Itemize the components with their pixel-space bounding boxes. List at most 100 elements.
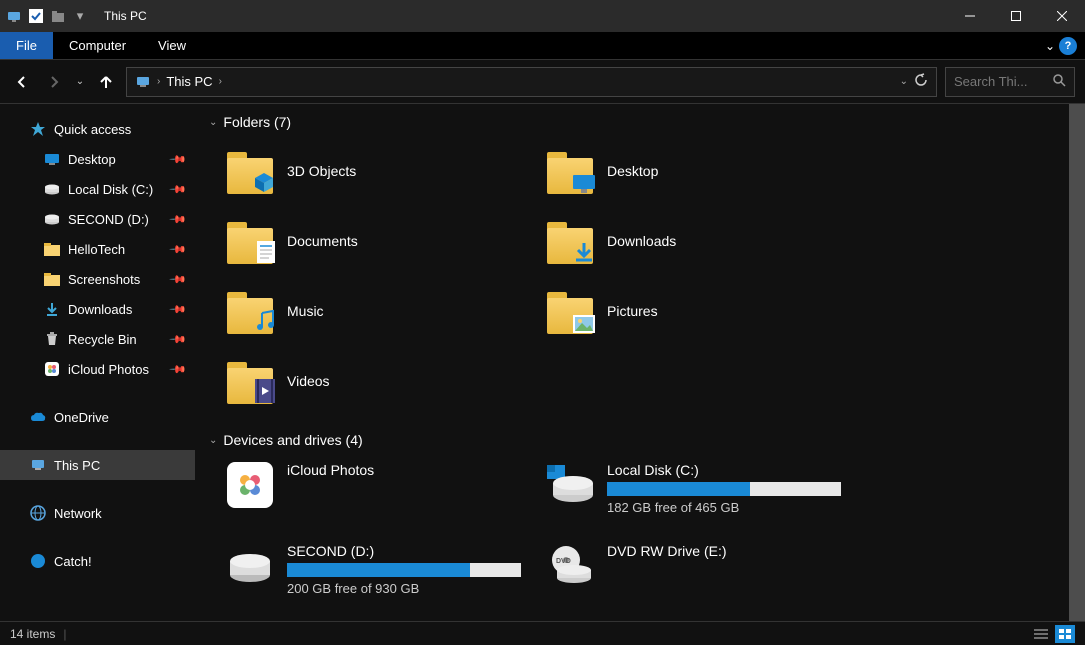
pin-icon: 📌 — [169, 360, 188, 379]
up-button[interactable] — [94, 70, 118, 94]
chevron-down-icon: ⌄ — [209, 117, 217, 128]
sidebar-item[interactable]: Desktop 📌 — [0, 144, 195, 174]
sidebar-this-pc[interactable]: This PC — [0, 450, 195, 480]
drive-icon — [44, 181, 60, 197]
folder-icon — [227, 218, 273, 264]
pin-icon: 📌 — [169, 150, 188, 169]
drive-subtext: 200 GB free of 930 GB — [287, 581, 521, 596]
sidebar: Quick access Desktop 📌 Local Disk (C:) 📌… — [0, 104, 195, 621]
sidebar-item[interactable]: Screenshots 📌 — [0, 264, 195, 294]
navbar: ⌄ › This PC › ⌄ Search Thi... — [0, 60, 1085, 104]
sidebar-item-label: Desktop — [68, 152, 116, 167]
drive-item[interactable]: iCloud Photos — [223, 458, 543, 519]
minimize-button[interactable] — [947, 0, 993, 32]
qat-properties-icon[interactable] — [28, 8, 44, 24]
desktop-icon — [44, 151, 60, 167]
svg-text:DVD: DVD — [556, 558, 571, 565]
item-label: Desktop — [607, 163, 658, 179]
sidebar-onedrive[interactable]: OneDrive — [0, 402, 195, 432]
ribbon-tab-computer[interactable]: Computer — [53, 32, 142, 59]
folder-item[interactable]: Pictures — [543, 280, 863, 342]
item-label: Pictures — [607, 303, 658, 319]
refresh-icon[interactable] — [914, 73, 928, 90]
back-button[interactable] — [10, 70, 34, 94]
drive-icon — [547, 462, 593, 508]
app-icon — [6, 8, 22, 24]
folder-icon — [44, 271, 60, 287]
folder-item[interactable]: Downloads — [543, 210, 863, 272]
sidebar-label: Catch! — [54, 554, 92, 569]
drive-icon: DVD — [547, 543, 593, 589]
view-tiles-button[interactable] — [1055, 625, 1075, 643]
sidebar-item[interactable]: iCloud Photos 📌 — [0, 354, 195, 384]
folder-item[interactable]: Documents — [223, 210, 543, 272]
group-header-drives[interactable]: ⌄ Devices and drives (4) — [209, 432, 1071, 448]
sidebar-item[interactable]: SECOND (D:) 📌 — [0, 204, 195, 234]
address-dropdown-icon[interactable]: ⌄ — [900, 76, 908, 87]
sidebar-item-label: Downloads — [68, 302, 132, 317]
pin-icon: 📌 — [169, 240, 188, 259]
chevron-right-icon[interactable]: › — [219, 76, 222, 87]
folder-item[interactable]: Music — [223, 280, 543, 342]
item-label: Videos — [287, 373, 330, 389]
address-pc-icon — [135, 74, 151, 90]
storage-bar — [287, 563, 521, 577]
recycle-icon — [44, 331, 60, 347]
folder-item[interactable]: Videos — [223, 350, 543, 412]
sidebar-catch[interactable]: Catch! — [0, 546, 195, 576]
window-title: This PC — [104, 9, 147, 23]
scrollbar[interactable] — [1069, 104, 1085, 621]
folder-icon — [227, 358, 273, 404]
sidebar-item-label: HelloTech — [68, 242, 125, 257]
folder-item[interactable]: Desktop — [543, 140, 863, 202]
search-input[interactable]: Search Thi... — [945, 67, 1075, 97]
drive-item[interactable]: DVD DVD RW Drive (E:) — [543, 539, 863, 600]
search-placeholder: Search Thi... — [954, 74, 1027, 89]
drive-item[interactable]: SECOND (D:) 200 GB free of 930 GB — [223, 539, 543, 600]
pin-icon: 📌 — [169, 330, 188, 349]
ribbon-collapse-icon[interactable]: ⌄ — [1045, 39, 1055, 53]
qat-folder-icon[interactable] — [50, 8, 66, 24]
sidebar-network[interactable]: Network — [0, 498, 195, 528]
drive-label: Local Disk (C:) — [607, 462, 841, 478]
ribbon-tab-view[interactable]: View — [142, 32, 202, 59]
sidebar-quick-access[interactable]: Quick access — [0, 114, 195, 144]
pin-icon: 📌 — [169, 210, 188, 229]
content-pane: ⌄ Folders (7) 3D Objects Desktop Documen… — [195, 104, 1085, 621]
help-icon[interactable]: ? — [1059, 37, 1077, 55]
ribbon-tab-file[interactable]: File — [0, 32, 53, 59]
storage-bar — [607, 482, 841, 496]
group-label: Folders (7) — [223, 114, 291, 130]
folder-icon — [44, 241, 60, 257]
sidebar-label: Quick access — [54, 122, 131, 137]
sidebar-item[interactable]: Local Disk (C:) 📌 — [0, 174, 195, 204]
sidebar-item-label: SECOND (D:) — [68, 212, 149, 227]
star-icon — [30, 121, 46, 137]
statusbar: 14 items | — [0, 621, 1085, 645]
group-header-folders[interactable]: ⌄ Folders (7) — [209, 114, 1071, 130]
sidebar-item-label: iCloud Photos — [68, 362, 149, 377]
icloud-icon — [44, 361, 60, 377]
qat-dropdown-icon[interactable]: ▾ — [72, 8, 88, 24]
sidebar-label: Network — [54, 506, 102, 521]
close-button[interactable] — [1039, 0, 1085, 32]
breadcrumb-item[interactable]: This PC — [166, 74, 212, 89]
drive-item[interactable]: Local Disk (C:) 182 GB free of 465 GB — [543, 458, 863, 519]
sidebar-item[interactable]: Downloads 📌 — [0, 294, 195, 324]
folder-icon — [227, 288, 273, 334]
forward-button[interactable] — [42, 70, 66, 94]
item-label: Downloads — [607, 233, 676, 249]
search-icon — [1053, 74, 1066, 90]
chevron-right-icon[interactable]: › — [157, 76, 160, 87]
cloud-icon — [30, 409, 46, 425]
address-bar[interactable]: › This PC › ⌄ — [126, 67, 937, 97]
sidebar-item[interactable]: Recycle Bin 📌 — [0, 324, 195, 354]
folder-item[interactable]: 3D Objects — [223, 140, 543, 202]
sidebar-item-label: Local Disk (C:) — [68, 182, 153, 197]
view-details-button[interactable] — [1031, 625, 1051, 643]
drive-icon — [227, 462, 273, 508]
maximize-button[interactable] — [993, 0, 1039, 32]
folder-icon — [227, 148, 273, 194]
sidebar-item[interactable]: HelloTech 📌 — [0, 234, 195, 264]
recent-dropdown-icon[interactable]: ⌄ — [74, 70, 86, 94]
